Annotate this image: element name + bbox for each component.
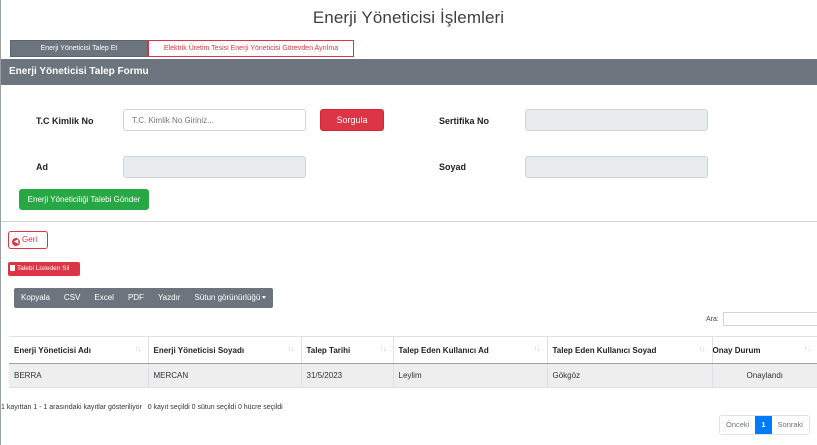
table-cell: BERRA	[9, 363, 148, 388]
pagination: Önceki 1 Sonraki	[719, 415, 810, 435]
sort-icon: ↑↓	[533, 346, 541, 353]
column-header-label: Talep Eden Kullanıcı Ad	[398, 345, 489, 355]
table-header-row: Enerji Yöneticisi Adı ↑↓ Enerji Yöneticis…	[9, 336, 817, 364]
back-button[interactable]: ◀ Geri	[8, 231, 48, 249]
column-header[interactable]: Talep Eden Kullanıcı Ad ↑↓	[392, 336, 547, 364]
tab-request-energy-manager[interactable]: Enerji Yöneticisi Talep Et	[10, 40, 148, 57]
tab-bar: Enerji Yöneticisi Talep Et Elektrik Üret…	[10, 40, 354, 57]
query-button[interactable]: Sorgula	[320, 109, 384, 131]
previous-page-button[interactable]: Önceki	[720, 416, 756, 434]
tc-input[interactable]	[123, 109, 306, 131]
name-field	[123, 156, 306, 178]
records-info: 1 kayıttan 1 - 1 arasındaki kayıtlar gös…	[1, 404, 142, 411]
table-cell: MERCAN	[147, 363, 301, 388]
remove-request-button[interactable]: Talebi Listeden Sil	[8, 262, 80, 276]
table-search: Ara:	[706, 312, 817, 326]
trash-icon	[10, 265, 15, 271]
column-header[interactable]: Talep Eden Kullanıcı Soyad ↑↓	[546, 336, 712, 364]
surname-field	[525, 156, 708, 178]
copy-button[interactable]: Kopyala	[14, 288, 57, 308]
table-cell: 31/5/2023	[300, 363, 393, 388]
column-visibility-label: Sütun görünürlüğü	[194, 293, 261, 302]
submit-request-button[interactable]: Enerji Yöneticiliği Talebi Gönder	[19, 189, 149, 210]
caret-down-icon	[262, 296, 267, 299]
remove-request-label: Talebi Listeden Sil	[17, 265, 70, 272]
table-cell: Gökgöz	[546, 363, 712, 388]
sort-icon: ↑↓	[379, 346, 387, 353]
selection-info: 0 kayıt seçildi 0 sütun seçildi 0 hücre …	[147, 404, 283, 411]
back-button-label: Geri	[22, 235, 38, 244]
table-info: 1 kayıttan 1 - 1 arasındaki kayıtlar gös…	[1, 404, 283, 411]
sort-icon: ↑↓	[804, 346, 811, 353]
pdf-button[interactable]: PDF	[121, 288, 151, 308]
request-form: T.C Kimlik No Sorgula Sertifika No Ad So…	[1, 85, 817, 222]
page-title: Enerji Yöneticisi İşlemleri	[312, 8, 505, 27]
page-1-button[interactable]: 1	[755, 416, 772, 434]
column-visibility-button[interactable]: Sütun görünürlüğü	[187, 288, 273, 308]
form-header: Enerji Yöneticisi Talep Formu	[1, 59, 817, 85]
next-page-button[interactable]: Sonraki	[771, 416, 809, 434]
table-row[interactable]: BERRA MERCAN 31/5/2023 Leylim Gökgöz Ona…	[9, 363, 817, 388]
search-label: Ara:	[706, 315, 719, 323]
column-header-label: Talep Tarihi	[306, 345, 351, 355]
tab-dismissal[interactable]: Elektrik Üretim Tesisi Enerji Yöneticisi…	[148, 40, 354, 57]
column-header-label: Enerji Yöneticisi Soyadı	[153, 345, 245, 355]
excel-button[interactable]: Excel	[87, 288, 121, 308]
surname-label: Soyad	[439, 162, 467, 172]
search-input[interactable]	[722, 312, 817, 326]
table-toolbar: Kopyala CSV Excel PDF Yazdır Sütun görün…	[14, 288, 274, 308]
column-header-label: Talep Eden Kullanıcı Soyad	[552, 345, 657, 355]
sort-icon: ↑↓	[134, 346, 142, 353]
csv-button[interactable]: CSV	[57, 288, 87, 308]
table-cell: Leylim	[392, 363, 547, 388]
column-header[interactable]: Enerji Yöneticisi Soyadı ↑↓	[147, 336, 301, 364]
print-button[interactable]: Yazdır	[151, 288, 188, 308]
name-label: Ad	[36, 162, 48, 172]
table-cell: Onaylandı	[711, 363, 817, 388]
requests-table: Enerji Yöneticisi Adı ↑↓ Enerji Yöneticis…	[9, 336, 817, 388]
sort-icon: ↑↓	[287, 346, 295, 353]
certificate-field	[525, 109, 708, 131]
certificate-label: Sertifika No	[439, 116, 490, 126]
column-header[interactable]: Onay Durum ↑↓	[711, 336, 817, 364]
column-header[interactable]: Talep Tarihi ↑↓	[300, 336, 393, 364]
column-header-label: Onay Durum	[712, 345, 761, 355]
arrow-left-circle-icon: ◀	[12, 238, 20, 246]
column-header[interactable]: Enerji Yöneticisi Adı ↑↓	[9, 336, 148, 364]
column-header-label: Enerji Yöneticisi Adı	[14, 345, 91, 355]
tc-label: T.C Kimlik No	[36, 116, 94, 126]
sort-icon: ↑↓	[698, 346, 706, 353]
